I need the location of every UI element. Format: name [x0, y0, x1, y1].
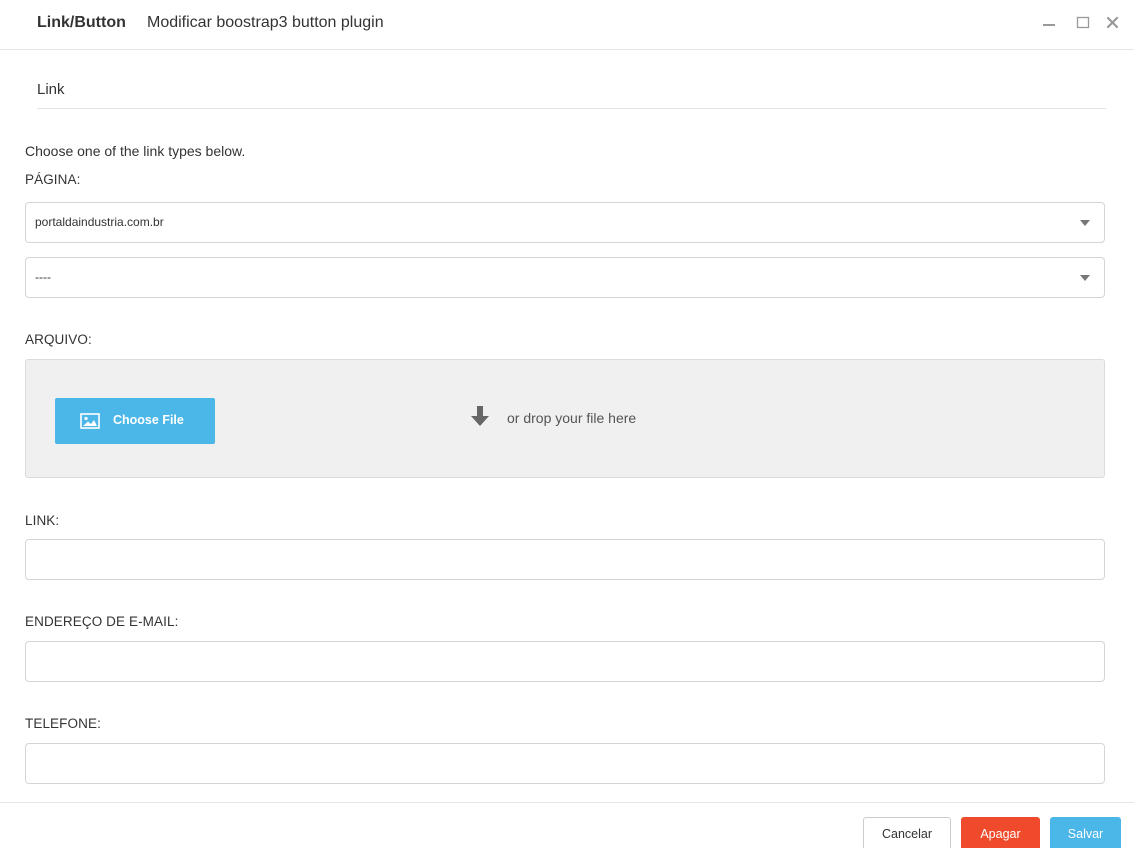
page-label: PÁGINA: — [25, 172, 81, 187]
cancel-button[interactable]: Cancelar — [863, 817, 951, 848]
chevron-down-icon — [1080, 275, 1090, 281]
dialog-title: Link/Button — [37, 14, 126, 31]
chevron-down-icon — [1080, 220, 1090, 226]
choose-file-button[interactable]: Choose File — [55, 398, 215, 444]
section-title: Link — [37, 81, 65, 98]
link-input[interactable] — [25, 539, 1105, 580]
page-select-value: ---- — [35, 270, 51, 284]
file-label: ARQUIVO: — [25, 332, 92, 347]
section-divider — [37, 108, 1106, 109]
site-select[interactable]: portaldaindustria.com.br — [25, 202, 1105, 243]
delete-button[interactable]: Apagar — [961, 817, 1040, 848]
choose-file-label: Choose File — [113, 413, 184, 427]
save-button[interactable]: Salvar — [1050, 817, 1121, 848]
dialog-footer: Cancelar Apagar Salvar — [0, 802, 1134, 848]
help-text: Choose one of the link types below. — [25, 143, 246, 159]
phone-label: TELEFONE: — [25, 716, 101, 731]
phone-input[interactable] — [25, 743, 1105, 784]
dialog-subtitle: Modificar boostrap3 button plugin — [147, 14, 384, 31]
image-icon — [80, 413, 100, 434]
site-select-value: portaldaindustria.com.br — [35, 215, 164, 229]
email-label: ENDEREÇO DE E-MAIL: — [25, 614, 179, 629]
page-select[interactable]: ---- — [25, 257, 1105, 298]
drop-hint-label: or drop your file here — [507, 410, 637, 426]
close-icon[interactable] — [1104, 12, 1122, 32]
maximize-icon[interactable] — [1074, 12, 1092, 32]
dialog-header: Link/Button Modificar boostrap3 button p… — [0, 0, 1134, 50]
minimize-icon[interactable] — [1040, 12, 1058, 32]
link-label: LINK: — [25, 513, 60, 528]
arrow-down-icon — [467, 404, 493, 435]
dialog-content: Link Choose one of the link types below.… — [0, 51, 1134, 802]
link-button-dialog: Link/Button Modificar boostrap3 button p… — [0, 0, 1134, 848]
file-dropzone[interactable]: Choose File or drop your file here — [25, 359, 1105, 478]
email-input[interactable] — [25, 641, 1105, 682]
